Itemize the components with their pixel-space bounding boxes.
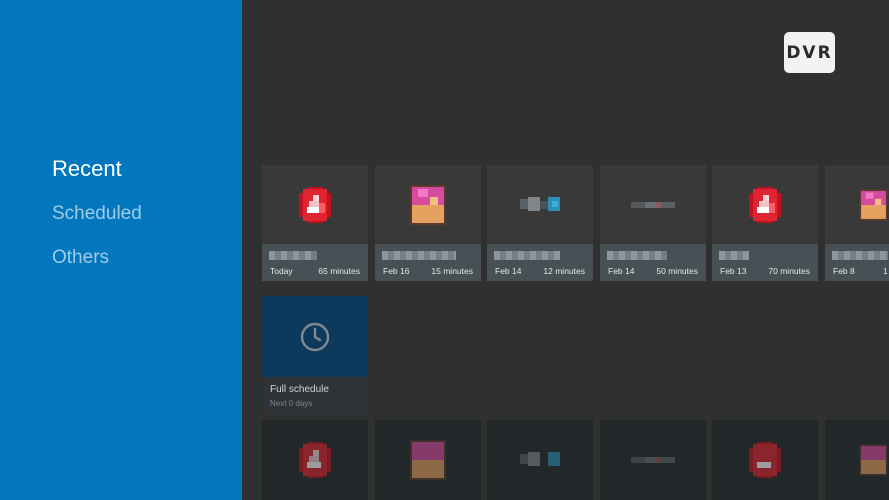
full-schedule-card[interactable]: Full schedule Next 0 days <box>262 296 368 413</box>
recording-card[interactable]: Feb 14 12 minutes <box>487 165 593 281</box>
recording-card[interactable]: Today 65 minutes <box>262 165 368 281</box>
recording-card[interactable] <box>825 420 889 500</box>
recording-info: Feb 14 12 minutes <box>487 244 593 281</box>
recording-card[interactable] <box>487 420 593 500</box>
clock-icon <box>300 322 330 351</box>
recording-card[interactable] <box>375 420 481 500</box>
recording-duration: 12 minutes <box>543 266 585 276</box>
recording-title-blurred <box>269 251 317 260</box>
recording-title-blurred <box>832 251 888 260</box>
recording-card[interactable]: Feb 14 50 minutes <box>600 165 706 281</box>
schedule-title: Full schedule <box>270 384 329 395</box>
recording-info: Feb 13 70 minutes <box>712 244 818 281</box>
recording-duration: 70 minutes <box>768 266 810 276</box>
grey-pixel-icon <box>631 201 675 208</box>
red-pixel-icon <box>299 442 331 478</box>
recording-thumbnail <box>600 420 706 500</box>
dvr-logo: DVR <box>784 32 835 73</box>
recording-date: Feb 14 <box>495 266 522 276</box>
blue-pixel-icon <box>520 452 560 466</box>
grey-pixel-icon <box>631 457 675 463</box>
recording-info: Today 65 minutes <box>262 244 368 281</box>
recording-duration: 15 minutes <box>431 266 473 276</box>
recording-date: Feb 14 <box>608 266 635 276</box>
recording-card[interactable]: Feb 13 70 minutes <box>712 165 818 281</box>
recording-thumbnail <box>712 420 818 500</box>
recording-info: Feb 14 50 minutes <box>600 244 706 281</box>
pink-box-icon <box>410 440 446 480</box>
recording-duration: 1 <box>883 266 888 276</box>
recording-title-blurred <box>607 251 667 260</box>
recording-title-blurred <box>382 251 456 260</box>
schedule-thumbnail <box>262 296 368 377</box>
recording-title-blurred <box>719 251 749 260</box>
recording-thumbnail <box>825 165 889 244</box>
pink-box-icon <box>859 444 888 476</box>
recording-thumbnail <box>375 420 481 500</box>
red-pixel-icon <box>749 442 781 478</box>
recording-card[interactable]: Feb 16 15 minutes <box>375 165 481 281</box>
pink-box-icon <box>859 189 888 220</box>
recording-duration: 50 minutes <box>656 266 698 276</box>
recording-date: Feb 13 <box>720 266 747 276</box>
sidebar: Recent Scheduled Others <box>0 0 242 500</box>
schedule-subtitle: Next 0 days <box>270 399 313 408</box>
recording-thumbnail <box>825 420 889 500</box>
red-pixel-icon <box>749 186 781 223</box>
recording-date: Feb 8 <box>833 266 855 276</box>
sidebar-item-recent[interactable]: Recent <box>52 156 122 182</box>
recording-card[interactable] <box>712 420 818 500</box>
pink-box-icon <box>410 184 446 225</box>
recording-thumbnail <box>487 165 593 244</box>
recording-title-blurred <box>494 251 560 260</box>
recording-card[interactable] <box>262 420 368 500</box>
recording-card[interactable] <box>600 420 706 500</box>
recording-info: Feb 8 1 <box>825 244 889 281</box>
sidebar-item-others[interactable]: Others <box>52 247 109 269</box>
recording-thumbnail <box>262 165 368 244</box>
recording-thumbnail <box>712 165 818 244</box>
recording-card[interactable]: Feb 8 1 <box>825 165 889 281</box>
recording-thumbnail <box>262 420 368 500</box>
recording-thumbnail <box>487 420 593 500</box>
red-pixel-icon <box>299 186 331 223</box>
recording-duration: 65 minutes <box>318 266 360 276</box>
blue-pixel-icon <box>520 196 560 211</box>
recording-date: Feb 16 <box>383 266 410 276</box>
recording-date: Today <box>270 266 293 276</box>
recording-thumbnail <box>600 165 706 244</box>
sidebar-item-scheduled[interactable]: Scheduled <box>52 203 142 225</box>
recording-thumbnail <box>375 165 481 244</box>
recording-info: Feb 16 15 minutes <box>375 244 481 281</box>
